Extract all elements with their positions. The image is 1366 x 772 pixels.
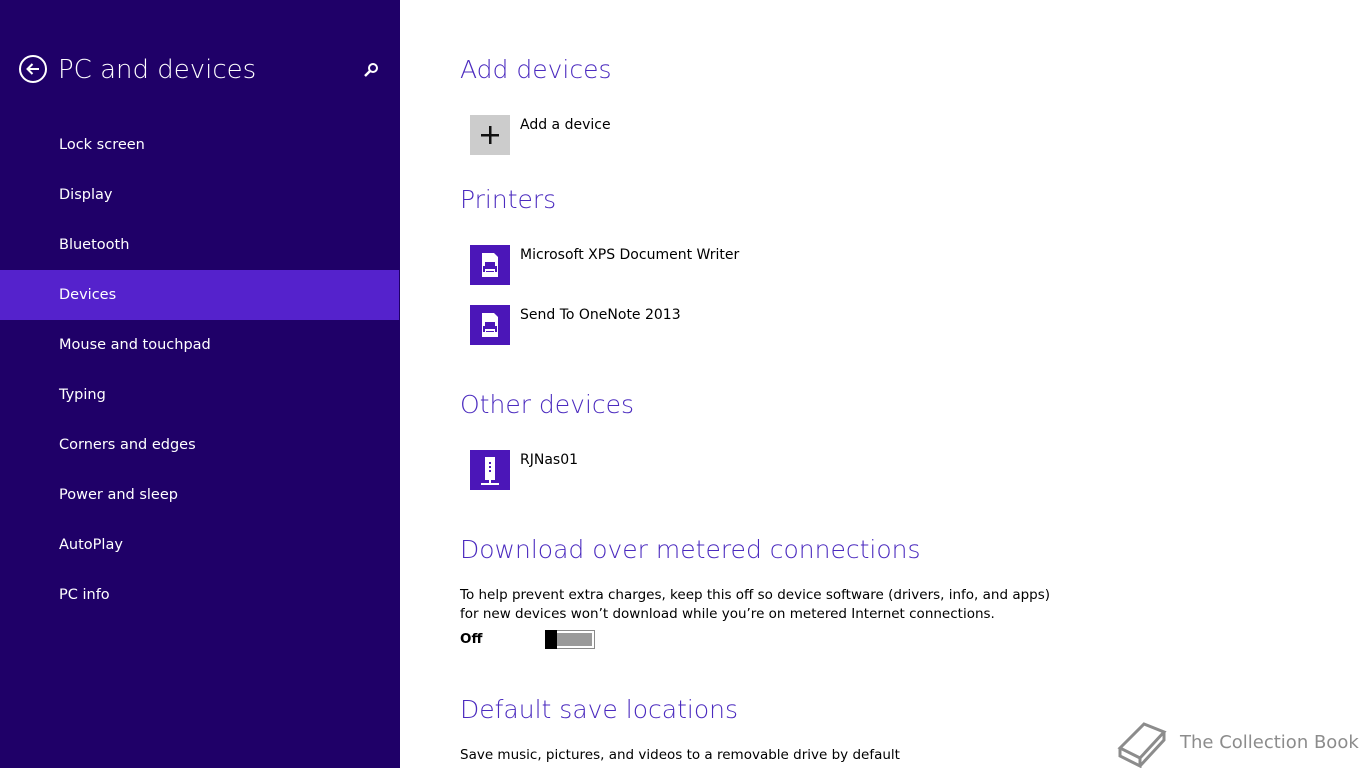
sidebar: PC and devices Lock screen Display Bluet… bbox=[0, 0, 400, 768]
sidebar-item-display[interactable]: Display bbox=[0, 170, 399, 220]
network-storage-icon bbox=[470, 450, 510, 490]
add-device-label: Add a device bbox=[520, 117, 611, 133]
page-title: PC and devices bbox=[58, 55, 257, 85]
search-icon[interactable] bbox=[362, 60, 382, 80]
sidebar-item-autoplay[interactable]: AutoPlay bbox=[0, 520, 399, 570]
metered-heading: Download over metered connections bbox=[460, 535, 921, 564]
sidebar-item-devices[interactable]: Devices bbox=[0, 270, 399, 320]
printer-icon bbox=[470, 305, 510, 345]
metered-description: To help prevent extra charges, keep this… bbox=[460, 587, 1051, 622]
printer-icon bbox=[470, 245, 510, 285]
back-arrow-icon[interactable] bbox=[19, 55, 47, 83]
sidebar-item-pc-info[interactable]: PC info bbox=[0, 570, 399, 620]
printer-label: Microsoft XPS Document Writer bbox=[520, 247, 740, 263]
other-devices-heading: Other devices bbox=[460, 390, 635, 419]
save-locations-description: Save music, pictures, and videos to a re… bbox=[460, 747, 900, 763]
sidebar-item-mouse-and-touchpad[interactable]: Mouse and touchpad bbox=[0, 320, 399, 370]
sidebar-nav: Lock screen Display Bluetooth Devices Mo… bbox=[0, 120, 399, 620]
plus-icon bbox=[470, 115, 510, 155]
book-icon bbox=[1117, 722, 1167, 769]
add-devices-heading: Add devices bbox=[460, 55, 612, 84]
sidebar-item-power-and-sleep[interactable]: Power and sleep bbox=[0, 470, 399, 520]
metered-toggle-state: Off bbox=[460, 631, 483, 647]
printer-label: Send To OneNote 2013 bbox=[520, 307, 681, 323]
sidebar-item-lock-screen[interactable]: Lock screen bbox=[0, 120, 399, 170]
printers-heading: Printers bbox=[460, 185, 557, 214]
save-locations-heading: Default save locations bbox=[460, 695, 738, 724]
watermark-text: The Collection Book bbox=[1180, 732, 1359, 753]
metered-toggle[interactable] bbox=[545, 630, 595, 649]
sidebar-item-typing[interactable]: Typing bbox=[0, 370, 399, 420]
toggle-thumb bbox=[545, 630, 557, 649]
sidebar-item-bluetooth[interactable]: Bluetooth bbox=[0, 220, 399, 270]
other-device-label: RJNas01 bbox=[520, 452, 579, 468]
watermark: The Collection Book bbox=[1114, 718, 1359, 769]
sidebar-item-corners-and-edges[interactable]: Corners and edges bbox=[0, 420, 399, 470]
